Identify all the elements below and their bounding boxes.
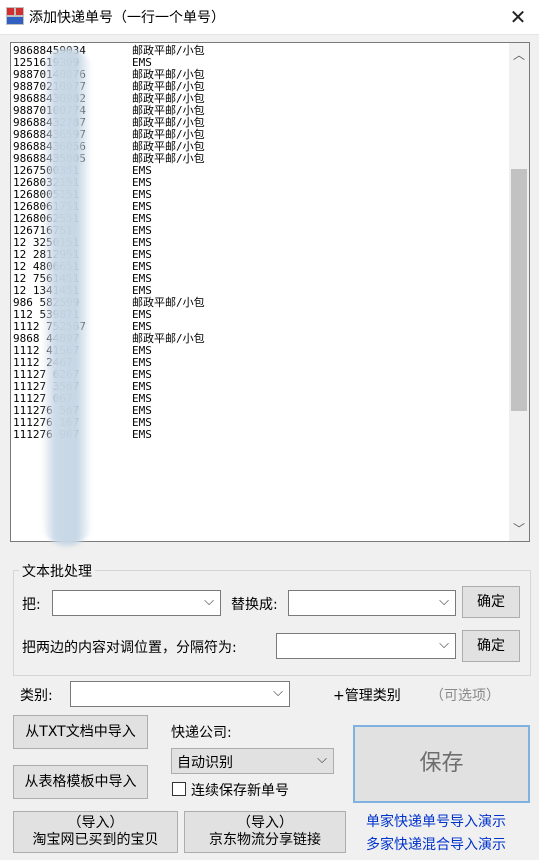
single-courier-demo-link[interactable]: 单家快递单号导入演示 (366, 811, 506, 831)
batch-group-title: 文本批处理 (19, 561, 95, 581)
courier-combo[interactable]: 自动识别 ⌵ (171, 748, 334, 774)
courier-name: EMS (132, 428, 152, 441)
find-label: 把: (22, 597, 41, 613)
replace-ok-button[interactable]: 确定 (462, 586, 520, 618)
save-button[interactable]: 保存 (353, 725, 530, 803)
list-item: 12 4806651 EMS (13, 261, 509, 273)
list-item: 1268062551 EMS (13, 213, 509, 225)
list-item: 98688435005 邮政平邮/小包 (13, 153, 509, 165)
import-excel-button[interactable]: 从表格模板中导入 (13, 765, 148, 799)
chevron-down-icon[interactable]: ⌵ (273, 685, 283, 700)
continuous-save-checkbox[interactable] (172, 782, 186, 796)
list-item: 1251619399 EMS (13, 57, 509, 69)
list-item: 126716751 EMS (13, 225, 509, 237)
taobao-button-line2: 淘宝网已买到的宝贝 (32, 832, 159, 848)
list-item: 9868 44897 邮政平邮/小包 (13, 333, 509, 345)
tracking-number-list: 98688459034 邮政平邮/小包 1251619399 EMS 988701408… (13, 45, 509, 441)
optional-hint: （可选项） (430, 688, 500, 704)
swap-label: 把两边的内容对调位置，分隔符为: (22, 640, 237, 656)
batch-processing-group (13, 570, 531, 676)
close-icon[interactable]: ✕ (497, 0, 539, 34)
window-title: 添加快递单号（一行一个单号） (29, 10, 225, 26)
replace-label: 替换成: (231, 597, 278, 613)
courier-label: 快递公司: (171, 725, 232, 741)
list-item: 12 3250151 EMS (13, 237, 509, 249)
swap-ok-button[interactable]: 确定 (462, 630, 520, 662)
list-item: 1112 41567 EMS (13, 345, 509, 357)
list-item: 1112 752567 EMS (13, 321, 509, 333)
category-combo[interactable]: ⌵ (70, 681, 290, 707)
list-item: 1268061751 EMS (13, 201, 509, 213)
app-icon (6, 7, 24, 25)
list-item: 98870100774 邮政平邮/小包 (13, 105, 509, 117)
separator-combo[interactable]: ⌵ (276, 633, 456, 659)
list-item: 98688436056 邮政平邮/小包 (13, 141, 509, 153)
list-item: 12 7561451 EMS (13, 273, 509, 285)
list-item: 12 2812951 EMS (13, 249, 509, 261)
list-item: 1268032151 EMS (13, 177, 509, 189)
list-item: 98688459034 邮政平邮/小包 (13, 45, 509, 57)
import-taobao-button[interactable]: （导入） 淘宝网已买到的宝贝 (13, 811, 178, 853)
list-item: 112 539871 EMS (13, 309, 509, 321)
scroll-down-arrow-icon[interactable]: ﹀ (509, 519, 529, 539)
import-jd-button[interactable]: （导入） 京东物流分享链接 (184, 811, 346, 853)
category-label: 类别: (20, 688, 53, 704)
list-item: 98688436597 邮政平邮/小包 (13, 129, 509, 141)
list-item: 11127 6267 EMS (13, 369, 509, 381)
list-item: 98688432787 邮政平邮/小包 (13, 117, 509, 129)
chevron-down-icon[interactable]: ⌵ (317, 752, 327, 767)
find-combo[interactable]: ⌵ (52, 590, 221, 616)
replace-combo[interactable]: ⌵ (288, 590, 456, 616)
chevron-down-icon[interactable]: ⌵ (439, 594, 449, 609)
tracking-number-textarea[interactable]: 98688459034 邮政平邮/小包 1251619399 EMS 988701408… (10, 42, 530, 542)
list-item: 986 582599 邮政平邮/小包 (13, 297, 509, 309)
vertical-scrollbar[interactable]: ︿ ﹀ (509, 43, 529, 541)
list-item: 1267500351 EMS (13, 165, 509, 177)
chevron-down-icon[interactable]: ⌵ (439, 637, 449, 652)
list-item: 111276 567 EMS (13, 405, 509, 417)
list-item: 1112 2467 EMS (13, 357, 509, 369)
jd-button-line1: （导入） (237, 815, 293, 831)
import-txt-button[interactable]: 从TXT文档中导入 (13, 715, 148, 749)
list-item: 11127 067 EMS (13, 393, 509, 405)
list-item: 111276 967 EMS (13, 429, 509, 441)
jd-button-line2: 京东物流分享链接 (209, 832, 321, 848)
list-item: 111276 167 EMS (13, 417, 509, 429)
chevron-down-icon[interactable]: ⌵ (204, 594, 214, 609)
scrollbar-thumb[interactable] (511, 169, 527, 411)
courier-selected: 自动识别 (177, 755, 233, 771)
list-item: 1268005151 EMS (13, 189, 509, 201)
mixed-courier-demo-link[interactable]: 多家快递混合导入演示 (366, 834, 506, 854)
manage-category-link[interactable]: +管理类别 (333, 685, 401, 705)
continuous-save-label[interactable]: 连续保存新单号 (191, 780, 289, 800)
tracking-number: 111276 967 (13, 428, 80, 441)
title-bar: 添加快递单号（一行一个单号） ✕ (0, 0, 539, 35)
list-item: 98870210977 邮政平邮/小包 (13, 81, 509, 93)
taobao-button-line1: （导入） (67, 815, 124, 831)
list-item: 12 1341451 EMS (13, 285, 509, 297)
list-item: 11127 3567 EMS (13, 381, 509, 393)
scroll-up-arrow-icon[interactable]: ︿ (509, 45, 529, 65)
list-item: 98870140876 邮政平邮/小包 (13, 69, 509, 81)
list-item: 98688430982 邮政平邮/小包 (13, 93, 509, 105)
